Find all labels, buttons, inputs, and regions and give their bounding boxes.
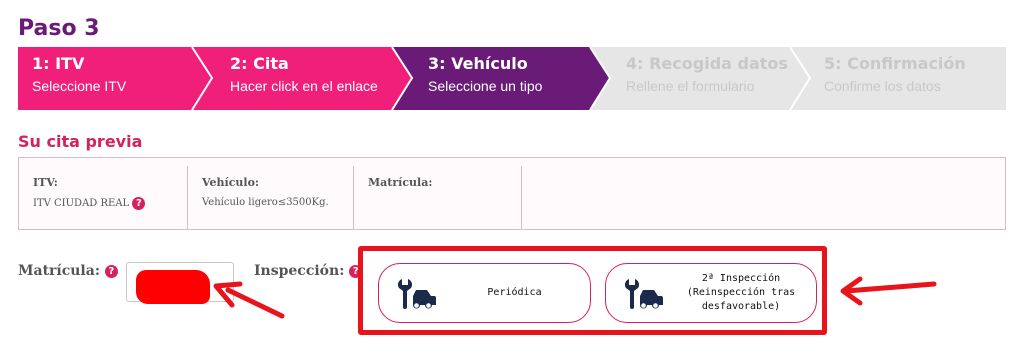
arrow-icon xyxy=(213,281,285,319)
arrow-icon xyxy=(840,276,937,306)
annotation-arrows xyxy=(213,276,937,319)
